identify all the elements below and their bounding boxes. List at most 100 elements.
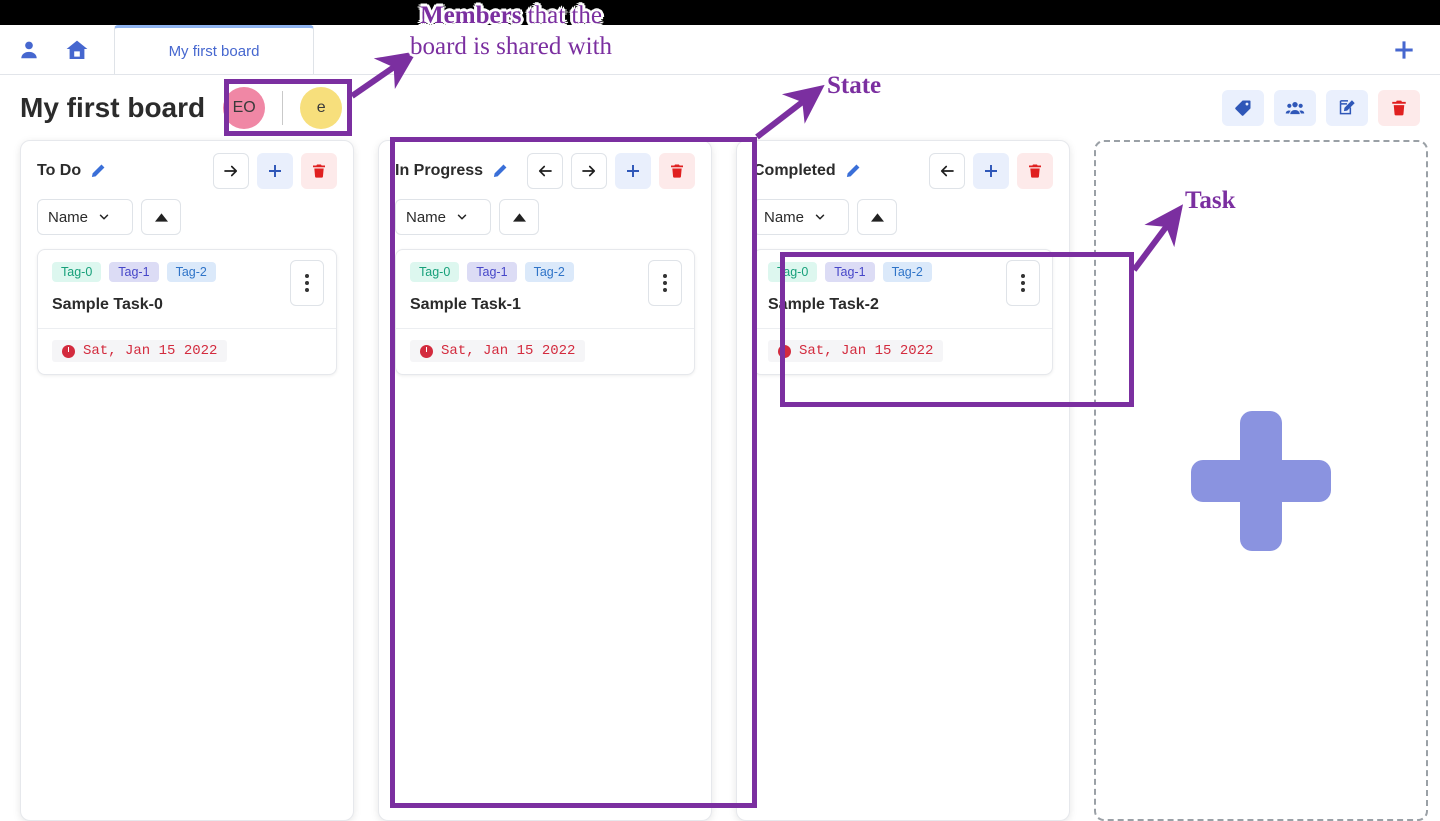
task-due-date: Sat, Jan 15 2022 (768, 340, 944, 362)
task-tag[interactable]: Tag-1 (467, 262, 517, 282)
person-icon[interactable] (10, 31, 48, 69)
sort-direction-toggle[interactable] (141, 199, 181, 235)
task-due-date-text: Sat, Jan 15 2022 (441, 343, 576, 359)
task-tag[interactable]: Tag-0 (52, 262, 102, 282)
column-header: In Progress (395, 153, 695, 189)
sort-field-select[interactable]: Name (37, 199, 133, 235)
task-due-date: Sat, Jan 15 2022 (52, 340, 228, 362)
home-icon[interactable] (58, 31, 96, 69)
sort-field-value: Name (48, 208, 89, 226)
task-title: Sample Task-2 (768, 296, 879, 313)
kebab-dots (663, 274, 667, 292)
trash-icon[interactable] (1378, 89, 1420, 126)
task-tag[interactable]: Tag-0 (768, 262, 818, 282)
navbar: My first board (0, 25, 1440, 75)
avatar-initials: EO (232, 98, 256, 116)
column-title: To Do (37, 162, 82, 179)
column-header: To Do (37, 153, 337, 189)
clock-icon (62, 344, 75, 358)
avatar-divider (282, 90, 284, 125)
edit-square-icon[interactable] (1326, 89, 1368, 126)
task-tag[interactable]: Tag-1 (109, 262, 159, 282)
column-actions (213, 153, 337, 189)
task-tags: Tag-0 Tag-1 Tag-2 (52, 262, 322, 282)
kebab-dots (305, 274, 309, 292)
page-title: My first board (20, 91, 206, 123)
big-plus-icon (1191, 410, 1331, 551)
sort-field-select[interactable]: Name (395, 199, 491, 235)
delete-state-icon[interactable] (1017, 153, 1053, 189)
sort-field-value: Name (406, 208, 447, 226)
move-left-icon[interactable] (527, 153, 563, 189)
delete-state-icon[interactable] (659, 153, 695, 189)
task-tags: Tag-0 Tag-1 Tag-2 (768, 262, 1038, 282)
task-tag[interactable]: Tag-1 (825, 262, 875, 282)
task-due-date-text: Sat, Jan 15 2022 (83, 343, 218, 359)
caret-up-icon (512, 212, 526, 222)
kebab-menu-icon[interactable] (648, 260, 682, 306)
task-card[interactable]: Tag-0 Tag-1 Tag-2 Sample Task-0 Sat, Jan… (37, 249, 337, 375)
task-tag[interactable]: Tag-0 (410, 262, 460, 282)
column-completed: Completed Name Tag-0 Tag-1 Tag-2 Sample … (736, 140, 1070, 821)
task-tags: Tag-0 Tag-1 Tag-2 (410, 262, 680, 282)
task-due-date-text: Sat, Jan 15 2022 (799, 343, 934, 359)
pencil-icon[interactable] (89, 163, 106, 180)
caret-up-icon (154, 212, 168, 222)
avatar[interactable]: EO (223, 86, 266, 129)
avatar[interactable]: e (300, 86, 343, 129)
move-left-icon[interactable] (929, 153, 965, 189)
sort-controls: Name (395, 199, 695, 235)
task-card-footer: Sat, Jan 15 2022 (396, 328, 694, 374)
task-card[interactable]: Tag-0 Tag-1 Tag-2 Sample Task-2 Sat, Jan… (753, 249, 1053, 375)
task-tag[interactable]: Tag-2 (524, 262, 574, 282)
pencil-icon[interactable] (844, 163, 861, 180)
task-card-footer: Sat, Jan 15 2022 (38, 328, 336, 374)
add-task-icon[interactable] (973, 153, 1009, 189)
task-title: Sample Task-0 (52, 296, 163, 313)
sort-direction-toggle[interactable] (857, 199, 897, 235)
clock-icon (420, 344, 433, 358)
chevron-down-icon (99, 214, 109, 220)
column-actions (527, 153, 695, 189)
kebab-menu-icon[interactable] (290, 260, 324, 306)
caret-up-icon (870, 212, 884, 222)
board-members: EO e (223, 86, 343, 129)
task-due-date: Sat, Jan 15 2022 (410, 340, 586, 362)
board-toolbar (1222, 89, 1420, 126)
sort-field-value: Name (764, 208, 805, 226)
move-right-icon[interactable] (213, 153, 249, 189)
column-to-do: To Do Name Tag-0 Tag-1 Tag-2 Sample Task… (20, 140, 354, 821)
task-card[interactable]: Tag-0 Tag-1 Tag-2 Sample Task-1 Sat, Jan… (395, 249, 695, 375)
tab-my-first-board[interactable]: My first board (114, 25, 314, 74)
column-header: Completed (753, 153, 1053, 189)
kebab-menu-icon[interactable] (1006, 260, 1040, 306)
top-black-strip (0, 0, 1440, 25)
delete-state-icon[interactable] (301, 153, 337, 189)
task-tag[interactable]: Tag-2 (882, 262, 932, 282)
tab-label: My first board (168, 42, 260, 60)
members-icon[interactable] (1274, 89, 1316, 126)
move-right-icon[interactable] (571, 153, 607, 189)
chevron-down-icon (815, 214, 825, 220)
column-in-progress: In Progress Name Tag-0 Tag-1 Tag-2 Sampl… (378, 140, 712, 821)
board-columns: To Do Name Tag-0 Tag-1 Tag-2 Sample Task… (0, 140, 1440, 821)
sort-controls: Name (37, 199, 337, 235)
task-tag[interactable]: Tag-2 (166, 262, 216, 282)
kebab-dots (1021, 274, 1025, 292)
task-card-footer: Sat, Jan 15 2022 (754, 328, 1052, 374)
chevron-down-icon (457, 214, 467, 220)
add-board-plus-icon[interactable] (1384, 30, 1424, 70)
column-title: In Progress (395, 162, 484, 179)
sort-controls: Name (753, 199, 1053, 235)
pencil-icon[interactable] (491, 163, 508, 180)
column-title: Completed (753, 162, 836, 179)
sort-direction-toggle[interactable] (499, 199, 539, 235)
add-task-icon[interactable] (615, 153, 651, 189)
task-title: Sample Task-1 (410, 296, 521, 313)
column-actions (929, 153, 1053, 189)
add-task-icon[interactable] (257, 153, 293, 189)
board-header: My first board EO e (0, 80, 1440, 135)
sort-field-select[interactable]: Name (753, 199, 849, 235)
add-state-placeholder[interactable] (1094, 140, 1428, 821)
tag-icon[interactable] (1222, 89, 1264, 126)
